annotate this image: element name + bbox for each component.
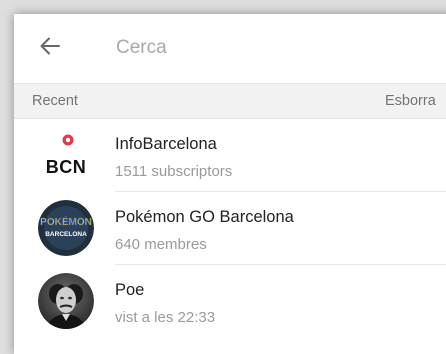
chat-subtitle: 1511 subscriptors xyxy=(115,163,233,180)
chat-subtitle: vist a les 22:33 xyxy=(115,309,216,326)
chat-row-poe[interactable]: Poe vist a les 22:33 xyxy=(14,265,446,338)
clear-recent-button[interactable]: Esborra xyxy=(385,93,436,109)
avatar-logo-line-1: POKÉMON xyxy=(40,215,92,228)
search-screen: Recent Esborra BCN InfoBarcelona 1511 su… xyxy=(14,14,446,354)
pokemon-go-barcelona-avatar-icon: POKÉMON BARCELONA xyxy=(38,200,94,256)
avatar-logo-text: BCN xyxy=(45,157,87,177)
avatar-logo-line-2: BARCELONA xyxy=(45,231,87,238)
recent-section-header: Recent Esborra xyxy=(14,84,446,119)
pokemon-go-barcelona-logo: POKÉMON BARCELONA xyxy=(38,200,94,256)
chat-name: Poe xyxy=(115,281,145,299)
infobarcelona-mark-icon xyxy=(62,134,74,146)
portrait-photo-icon xyxy=(38,273,94,329)
chat-row-infobarcelona[interactable]: BCN InfoBarcelona 1511 subscriptors xyxy=(14,119,446,192)
search-input[interactable] xyxy=(116,32,416,64)
chat-name: Pokémon GO Barcelona xyxy=(115,208,294,226)
search-bar xyxy=(14,14,446,84)
chat-name: InfoBarcelona xyxy=(115,135,217,153)
infobarcelona-logo: BCN xyxy=(38,127,94,183)
back-button[interactable] xyxy=(36,34,64,62)
arrow-left-icon xyxy=(40,37,60,60)
poe-portrait-photo xyxy=(38,273,94,329)
chat-row-pokemon-go-barcelona[interactable]: POKÉMON BARCELONA Pokémon GO Barcelona 6… xyxy=(14,192,446,265)
recent-section-title: Recent xyxy=(32,93,78,109)
chat-subtitle: 640 membres xyxy=(115,236,207,253)
